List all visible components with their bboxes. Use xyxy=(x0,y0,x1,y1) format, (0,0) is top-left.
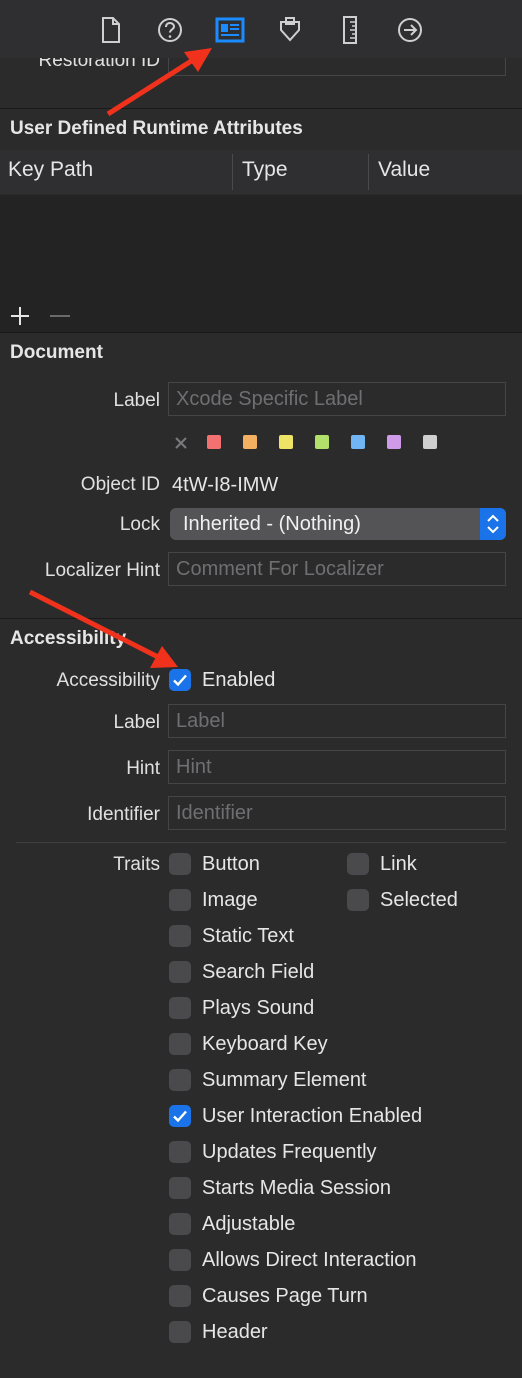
color-swatch[interactable] xyxy=(387,435,401,449)
trait-allows-direct-interaction-label: Allows Direct Interaction xyxy=(202,1249,417,1271)
trait-image-label: Image xyxy=(202,889,258,911)
document-label-field[interactable]: Xcode Specific Label xyxy=(168,382,506,416)
accessibility-enabled-label: Enabled xyxy=(202,669,276,691)
trait-static-text-label: Static Text xyxy=(202,925,294,947)
add-icon[interactable] xyxy=(8,304,32,328)
a11y-label-label: Label xyxy=(113,712,161,733)
a11y-identifier-field[interactable]: Identifier xyxy=(168,796,506,830)
trait-user-interaction-enabled-label: User Interaction Enabled xyxy=(202,1105,423,1127)
attributes-icon[interactable] xyxy=(275,14,305,46)
column-divider xyxy=(368,154,369,190)
trait-selected-checkbox[interactable] xyxy=(347,889,369,911)
trait-link-label: Link xyxy=(380,853,417,875)
trait-plays-sound-label: Plays Sound xyxy=(202,997,315,1019)
divider xyxy=(16,842,506,843)
trait-user-interaction-enabled-checkbox[interactable] xyxy=(169,1105,191,1127)
accessibility-label: Accessibility xyxy=(56,670,160,691)
restoration-id-label: Restoration ID xyxy=(38,58,160,71)
document-title: Document xyxy=(10,342,103,363)
trait-summary-element-checkbox[interactable] xyxy=(169,1069,191,1091)
column-value[interactable]: Value xyxy=(378,158,430,182)
trait-causes-page-turn-checkbox[interactable] xyxy=(169,1285,191,1307)
a11y-hint-label: Hint xyxy=(126,758,160,779)
trait-updates-frequently-label: Updates Frequently xyxy=(202,1141,377,1163)
runtime-attributes-title: User Defined Runtime Attributes xyxy=(10,118,303,139)
a11y-hint-field[interactable]: Hint xyxy=(168,750,506,784)
column-divider xyxy=(232,154,233,190)
lock-label: Lock xyxy=(119,514,160,535)
divider xyxy=(0,108,522,109)
inspector-toolbar xyxy=(0,0,522,58)
trait-header-checkbox[interactable] xyxy=(169,1321,191,1343)
object-id-label: Object ID xyxy=(80,474,160,495)
trait-button-checkbox[interactable] xyxy=(169,853,191,875)
checkmark-icon xyxy=(173,1110,187,1123)
trait-static-text-checkbox[interactable] xyxy=(169,925,191,947)
a11y-label-field[interactable]: Label xyxy=(168,704,506,738)
connections-icon[interactable] xyxy=(395,14,425,46)
column-type[interactable]: Type xyxy=(242,158,288,182)
trait-keyboard-key-checkbox[interactable] xyxy=(169,1033,191,1055)
a11y-identifier-label: Identifier xyxy=(87,804,160,825)
divider xyxy=(0,332,522,333)
trait-adjustable-checkbox[interactable] xyxy=(169,1213,191,1235)
trait-updates-frequently-checkbox[interactable] xyxy=(169,1141,191,1163)
restoration-id-field[interactable] xyxy=(168,58,506,76)
divider xyxy=(0,618,522,619)
trait-adjustable-label: Adjustable xyxy=(202,1213,296,1235)
restoration-row: Restoration ID xyxy=(0,58,522,108)
identity-icon[interactable] xyxy=(215,14,245,46)
trait-header-label: Header xyxy=(202,1321,268,1343)
remove-icon[interactable] xyxy=(48,304,72,328)
trait-search-field-label: Search Field xyxy=(202,961,315,983)
help-icon[interactable] xyxy=(155,14,185,46)
accessibility-enabled-checkbox[interactable] xyxy=(169,669,191,691)
object-id-value: 4tW-I8-IMW xyxy=(172,474,279,496)
document-label-label: Label xyxy=(113,390,161,411)
annotation-arrowhead xyxy=(150,646,178,668)
trait-plays-sound-checkbox[interactable] xyxy=(169,997,191,1019)
color-swatch[interactable] xyxy=(243,435,257,449)
trait-link-checkbox[interactable] xyxy=(347,853,369,875)
trait-image-checkbox[interactable] xyxy=(169,889,191,911)
trait-starts-media-session-label: Starts Media Session xyxy=(202,1177,391,1199)
checkmark-icon xyxy=(173,674,187,687)
color-swatch[interactable] xyxy=(351,435,365,449)
accessibility-title: Accessibility xyxy=(10,628,127,649)
localizer-hint-field[interactable]: Comment For Localizer xyxy=(168,552,506,586)
traits-label: Traits xyxy=(113,854,160,875)
trait-starts-media-session-checkbox[interactable] xyxy=(169,1177,191,1199)
column-key-path[interactable]: Key Path xyxy=(8,158,93,182)
color-swatch[interactable] xyxy=(423,435,437,449)
color-swatch[interactable] xyxy=(315,435,329,449)
localizer-hint-label: Localizer Hint xyxy=(44,560,160,581)
color-swatch[interactable] xyxy=(279,435,293,449)
trait-allows-direct-interaction-checkbox[interactable] xyxy=(169,1249,191,1271)
trait-search-field-checkbox[interactable] xyxy=(169,961,191,983)
trait-selected-label: Selected xyxy=(380,889,458,911)
chevron-updown-icon xyxy=(480,508,506,540)
clear-color-icon[interactable] xyxy=(174,436,188,450)
color-swatch[interactable] xyxy=(207,435,221,449)
trait-causes-page-turn-label: Causes Page Turn xyxy=(202,1285,368,1307)
lock-popup-value: Inherited - (Nothing) xyxy=(183,513,361,535)
trait-keyboard-key-label: Keyboard Key xyxy=(202,1033,328,1055)
size-icon[interactable] xyxy=(335,14,365,46)
file-icon[interactable] xyxy=(95,14,125,46)
trait-summary-element-label: Summary Element xyxy=(202,1069,367,1091)
lock-popup[interactable]: Inherited - (Nothing) xyxy=(170,508,506,540)
runtime-attributes-table[interactable] xyxy=(0,195,522,332)
trait-button-label: Button xyxy=(202,853,260,875)
